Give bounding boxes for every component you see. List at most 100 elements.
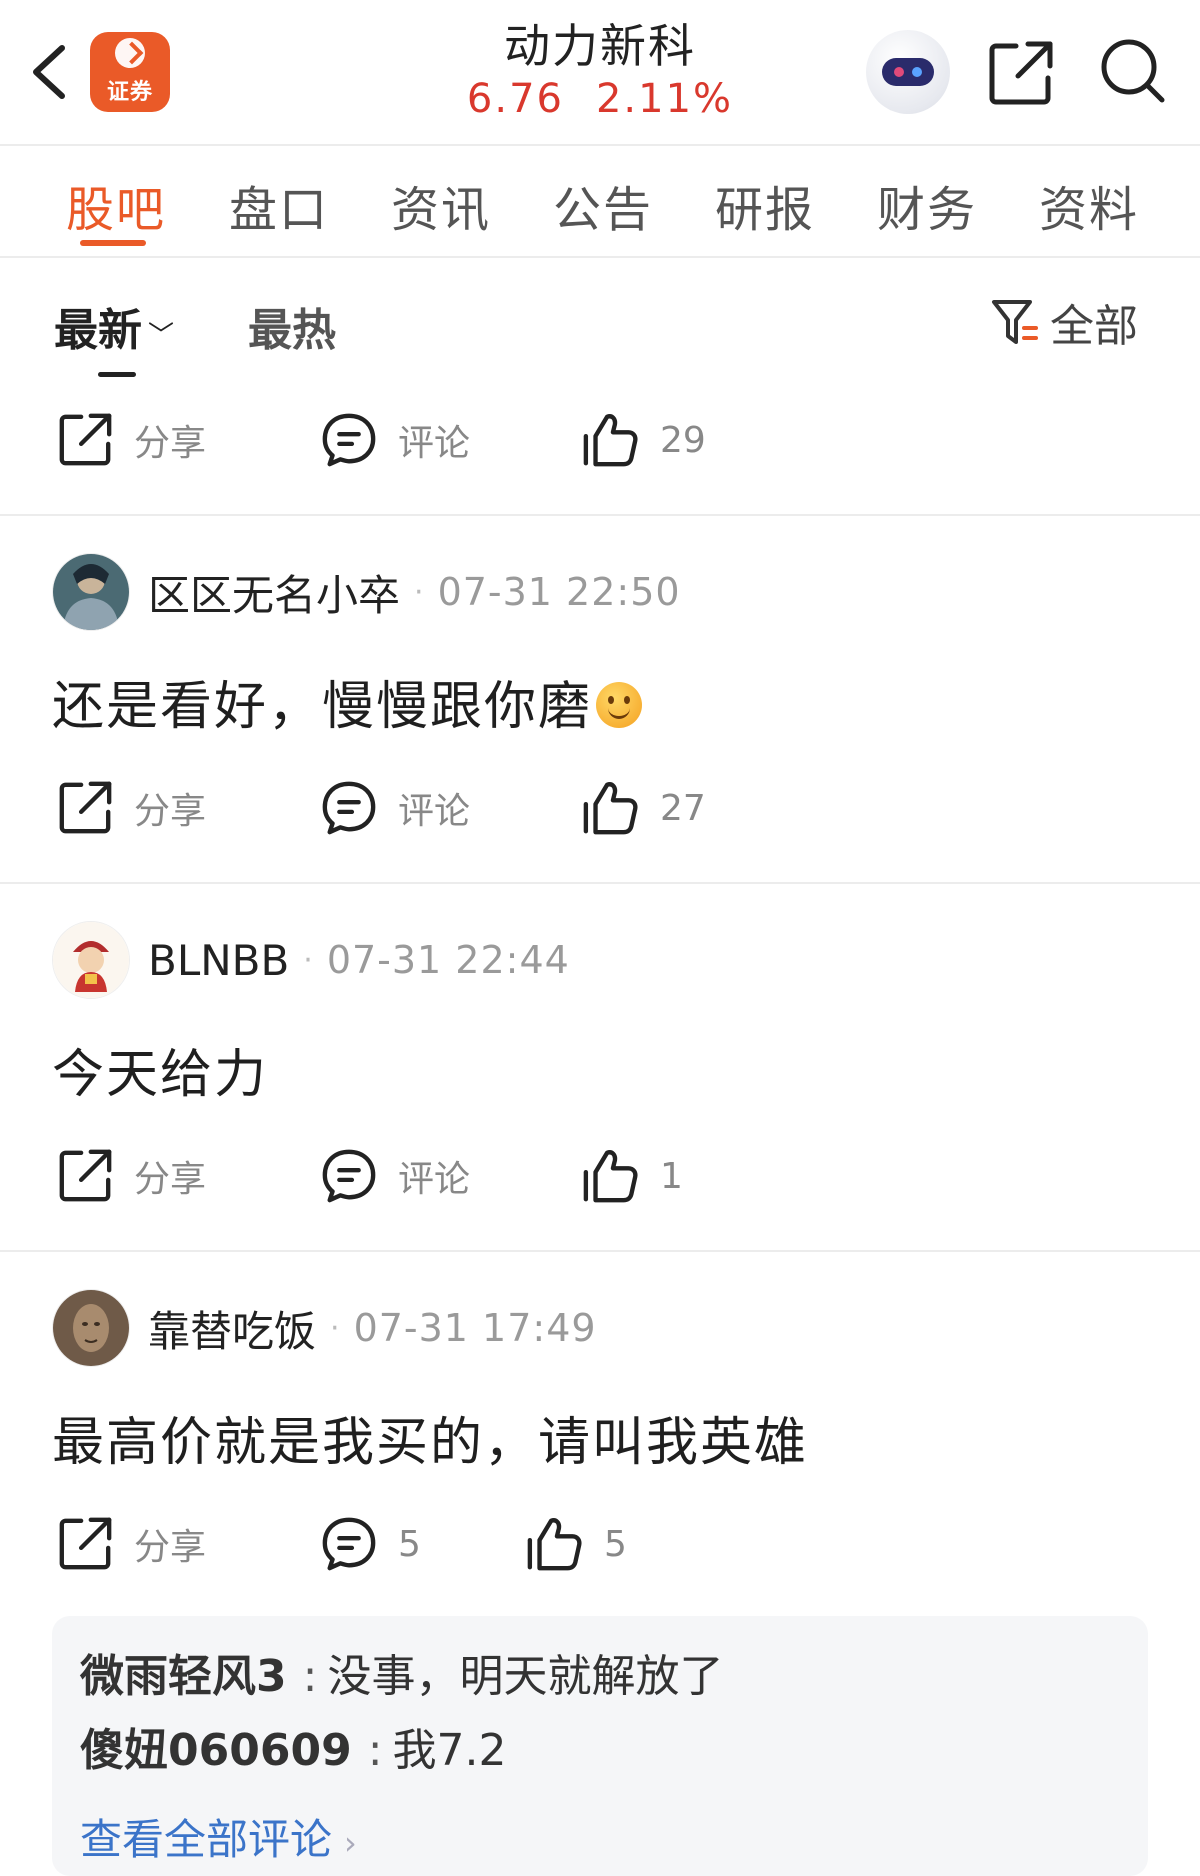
separator-dot: ·	[303, 942, 313, 978]
comment-label: 评论	[398, 791, 471, 832]
post-content[interactable]: 最高价就是我买的，请叫我英雄	[52, 1400, 808, 1475]
comment-button[interactable]: 评论	[320, 768, 470, 848]
share-label: 分享	[134, 1159, 207, 1200]
tab-guba[interactable]: 股吧	[66, 170, 166, 240]
post-time: 07-31 17:49	[353, 1306, 597, 1350]
like-icon	[582, 779, 640, 837]
post-header: 区区无名小卒 · 07-31 22:50	[52, 552, 681, 632]
share-icon	[56, 1147, 114, 1205]
filter-icon	[992, 300, 1038, 344]
like-count: 5	[604, 1523, 627, 1565]
like-button[interactable]: 1	[582, 1136, 683, 1216]
tab-bar: 股吧 盘口 资讯 公告 研报 财务 资料	[0, 146, 1200, 256]
tab-finance[interactable]: 财务	[877, 170, 977, 240]
post-text: 还是看好，慢慢跟你磨	[52, 677, 593, 737]
reply-text: 没事，明天就解放了	[327, 1651, 724, 1702]
comment-label: 评论	[398, 423, 471, 464]
like-count: 27	[660, 787, 706, 829]
app-logo[interactable]: 证券	[90, 32, 170, 112]
comment-icon	[320, 1147, 378, 1205]
filter-button[interactable]: 全部	[990, 294, 1138, 352]
post-actions: 分享 评论 1	[0, 1136, 1200, 1216]
filter-label: 全部	[1050, 301, 1138, 352]
comment-button[interactable]: 评论	[320, 400, 470, 480]
comment-icon	[320, 779, 378, 837]
post-time: 07-31 22:50	[437, 570, 681, 614]
avatar[interactable]	[52, 1289, 130, 1367]
reply-item[interactable]: 傻妞060609: 我7.2	[80, 1714, 507, 1778]
share-external-icon[interactable]	[988, 40, 1054, 106]
like-button[interactable]: 5	[526, 1504, 627, 1584]
tab-research[interactable]: 研报	[715, 170, 815, 240]
sort-newest-label: 最新	[54, 305, 142, 356]
like-button[interactable]: 29	[582, 400, 706, 480]
like-icon	[526, 1515, 584, 1573]
share-button[interactable]: 分享	[56, 400, 206, 480]
like-count: 1	[660, 1155, 683, 1197]
share-icon	[56, 779, 114, 837]
stock-title: 动力新科 6.76 2.11%	[400, 18, 800, 124]
stock-name: 动力新科	[504, 19, 696, 73]
tab-pankou[interactable]: 盘口	[229, 170, 329, 240]
post-divider	[0, 1250, 1200, 1252]
post-text: 最高价就是我买的，请叫我英雄	[52, 1413, 809, 1473]
stock-price: 6.76	[466, 76, 564, 122]
like-button[interactable]: 27	[582, 768, 706, 848]
username[interactable]: 靠替吃饭	[148, 1298, 316, 1359]
sort-newest[interactable]: 最新 ﹀	[54, 294, 174, 358]
username[interactable]: BLNBB	[148, 936, 289, 985]
post-divider	[0, 514, 1200, 516]
reply-item[interactable]: 微雨轻风3: 没事，明天就解放了	[80, 1640, 723, 1704]
tab-news[interactable]: 资讯	[391, 170, 491, 240]
post-text: 今天给力	[52, 1045, 269, 1105]
view-all-comments-link[interactable]: 查看全部评论 ›	[80, 1806, 357, 1867]
share-label: 分享	[134, 423, 207, 464]
sort-hottest[interactable]: 最热	[248, 294, 336, 358]
comment-button[interactable]: 评论	[320, 1136, 470, 1216]
post-divider	[0, 882, 1200, 884]
comment-preview[interactable]: 微雨轻风3: 没事，明天就解放了 傻妞060609: 我7.2 查看全部评论 ›	[52, 1616, 1148, 1876]
comment-button[interactable]: 5	[320, 1504, 421, 1584]
avatar[interactable]	[52, 921, 130, 999]
post-actions: 分享 评论 27	[0, 768, 1200, 848]
reply-colon: :	[367, 1725, 383, 1776]
active-tab-indicator	[80, 240, 146, 246]
logo-text: 证券	[106, 80, 153, 105]
comment-label: 评论	[398, 1159, 471, 1200]
reply-colon: :	[302, 1651, 318, 1702]
back-arrow-icon[interactable]	[28, 44, 72, 100]
tab-profile[interactable]: 资料	[1039, 170, 1139, 240]
separator-dot: ·	[414, 574, 424, 610]
reply-username[interactable]: 傻妞060609	[80, 1725, 352, 1776]
post-actions: 分享 5 5	[0, 1504, 1200, 1584]
search-icon[interactable]	[1098, 36, 1168, 106]
view-all-label: 查看全部评论	[80, 1815, 333, 1864]
post-content[interactable]: 还是看好，慢慢跟你磨	[52, 664, 643, 739]
chevron-right-icon: ›	[344, 1824, 357, 1862]
post-content[interactable]: 今天给力	[52, 1032, 268, 1107]
sort-bar: 最新 ﹀ 最热 全部	[0, 258, 1200, 378]
avatar[interactable]	[52, 553, 130, 631]
top-bar: 证券 动力新科 6.76 2.11%	[0, 0, 1200, 144]
separator-dot: ·	[330, 1310, 340, 1346]
comment-icon	[320, 1515, 378, 1573]
share-button[interactable]: 分享	[56, 1504, 206, 1584]
chevron-down-icon: ﹀	[148, 320, 175, 351]
share-button[interactable]: 分享	[56, 768, 206, 848]
username[interactable]: 区区无名小卒	[148, 562, 400, 623]
logo-mark-icon	[115, 38, 145, 68]
share-button[interactable]: 分享	[56, 1136, 206, 1216]
share-icon	[56, 1515, 114, 1573]
post-actions: 分享 评论 29	[0, 400, 1200, 480]
ai-assistant-robot-icon[interactable]	[866, 30, 950, 114]
share-label: 分享	[134, 791, 207, 832]
reply-username[interactable]: 微雨轻风3	[80, 1651, 287, 1702]
comment-count: 5	[398, 1523, 421, 1565]
tab-notices[interactable]: 公告	[553, 170, 653, 240]
like-count: 29	[660, 419, 706, 461]
stock-quote: 6.76 2.11%	[400, 74, 800, 124]
like-icon	[582, 1147, 640, 1205]
sort-active-indicator	[98, 372, 136, 377]
share-label: 分享	[134, 1527, 207, 1568]
share-icon	[56, 411, 114, 469]
